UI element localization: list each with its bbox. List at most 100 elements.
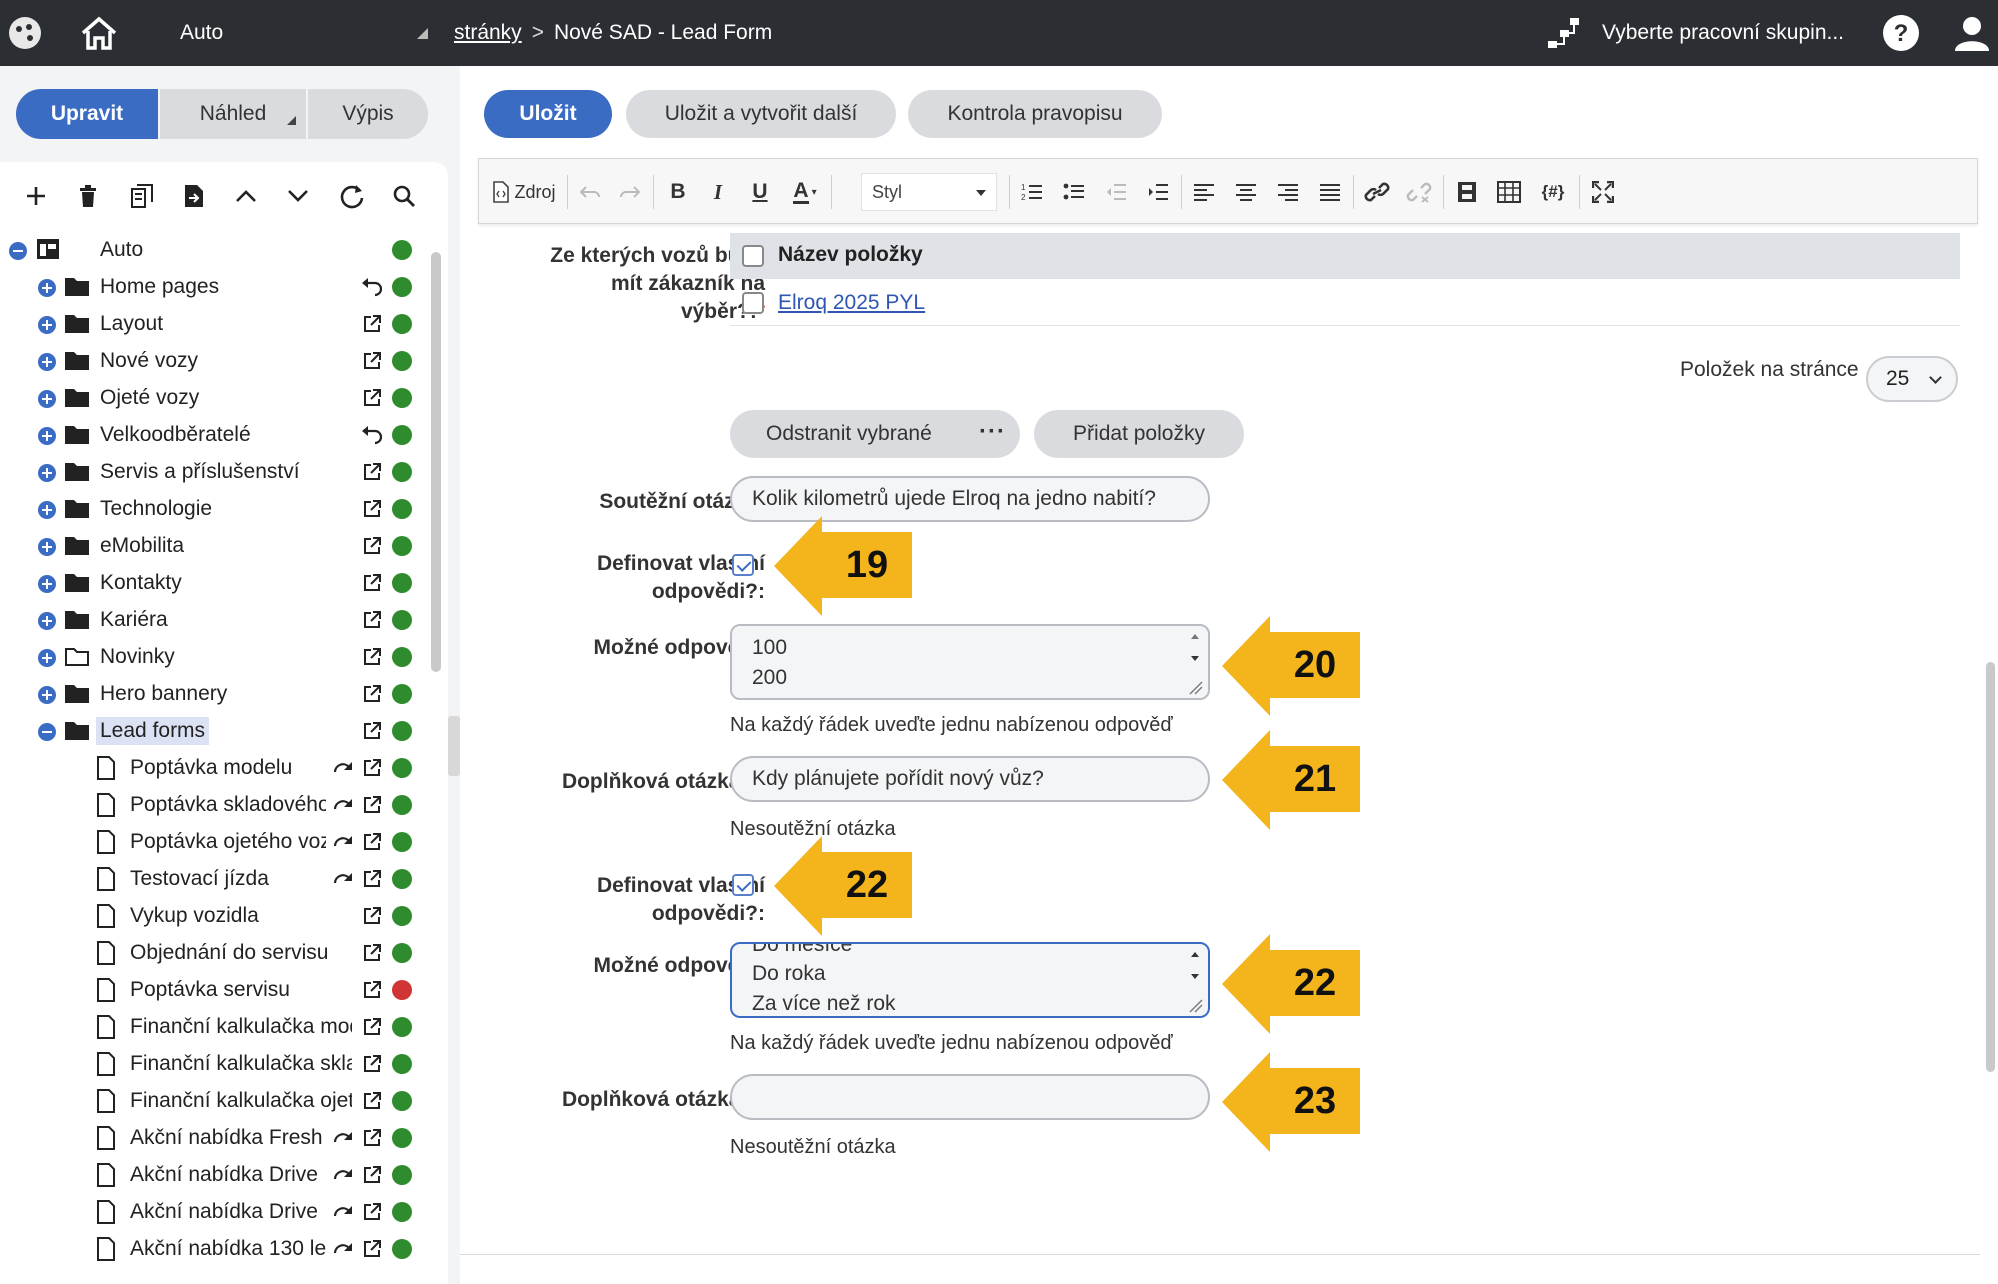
indent-icon[interactable] [1141,178,1175,206]
bold-icon[interactable]: B [661,178,695,206]
expand-icon[interactable] [38,353,56,371]
open-external-icon[interactable] [362,906,384,928]
open-external-icon[interactable] [362,647,384,669]
remove-selected-button[interactable]: Odstranit vybrané ··· [730,410,1020,458]
numbered-list-icon[interactable]: 12 [1015,178,1049,206]
open-external-icon[interactable] [362,869,384,891]
open-external-icon[interactable] [362,610,384,632]
tree-row[interactable]: Auto [0,232,430,269]
workspace-icon[interactable] [1546,0,1586,66]
tree-row[interactable]: Layout [0,306,430,343]
tree-row[interactable]: Finanční kalkulačka ojetého vozu [0,1083,430,1120]
tree-row[interactable]: Velkoodběratelé [0,417,430,454]
tree-row[interactable]: Servis a příslušenství [0,454,430,491]
panel-resize-handle[interactable] [448,716,460,776]
undo-icon[interactable] [573,178,607,206]
open-external-icon[interactable] [362,1239,384,1261]
custom-answers-checkbox[interactable] [732,554,754,576]
expand-icon[interactable] [38,501,56,519]
editor-scrollbar-thumb[interactable] [1986,662,1995,1072]
open-external-icon[interactable] [362,1054,384,1076]
tree-row[interactable]: Testovací jízda [0,861,430,898]
item-link[interactable]: Elroq 2025 PYL [778,291,925,315]
text-color-icon[interactable]: A ▾ [785,178,825,206]
tree-row[interactable]: Poptávka skladového vozu [0,787,430,824]
more-options-icon[interactable]: ··· [979,418,1006,446]
per-page-select[interactable]: 25 [1866,356,1958,402]
move-down-icon[interactable] [280,178,316,214]
workspace-selector[interactable]: Vyberte pracovní skupin... [1602,0,1844,66]
revert-icon[interactable] [360,425,383,447]
outdent-icon[interactable] [1099,178,1133,206]
expand-icon[interactable] [38,649,56,667]
tree-row[interactable]: Objednání do servisu [0,935,430,972]
help-icon[interactable]: ? [1882,0,1922,66]
expand-icon[interactable] [38,279,56,297]
tree-row-selected[interactable]: Lead forms [0,713,430,750]
open-external-icon[interactable] [362,758,384,780]
site-selector[interactable]: Auto [180,0,428,66]
align-left-icon[interactable] [1187,178,1221,206]
tree-row[interactable]: Akční nabídka 130 let [0,1231,430,1268]
tree-row[interactable]: Akční nabídka Drive [0,1157,430,1194]
refresh-icon[interactable] [334,178,370,214]
add-items-button[interactable]: Přidat položky [1034,410,1244,458]
fullscreen-icon[interactable] [1585,178,1621,206]
redo-icon[interactable] [613,178,647,206]
align-justify-icon[interactable] [1313,178,1347,206]
revert-icon[interactable] [360,277,383,299]
expand-icon[interactable] [38,612,56,630]
answers-textarea[interactable]: 100 200 [730,624,1210,700]
open-external-icon[interactable] [362,943,384,965]
tree-row[interactable]: eMobilita [0,528,430,565]
tree-row[interactable]: Novinky [0,639,430,676]
breadcrumb-link-pages[interactable]: stránky [454,21,522,45]
open-external-icon[interactable] [362,721,384,743]
tree-row[interactable]: Finanční kalkulačka skladového vozu [0,1046,430,1083]
copy-icon[interactable] [124,178,160,214]
extra-question-1-input[interactable]: Kdy plánujete pořídit nový vůz? [730,756,1210,802]
expand-icon[interactable] [38,316,56,334]
open-external-icon[interactable] [362,795,384,817]
expand-icon[interactable] [38,390,56,408]
move-up-icon[interactable] [228,178,264,214]
open-external-icon[interactable] [362,1202,384,1224]
open-external-icon[interactable] [362,1091,384,1113]
save-button[interactable]: Uložit [484,90,612,138]
home-icon[interactable] [80,0,122,66]
app-logo-icon[interactable] [8,0,48,66]
template-tags-icon[interactable]: {#} [1533,178,1573,206]
expand-icon[interactable] [38,575,56,593]
bullet-list-icon[interactable] [1057,178,1091,206]
expand-icon[interactable] [38,464,56,482]
collapse-icon[interactable] [38,723,56,741]
media-icon[interactable] [1449,178,1485,206]
save-and-new-button[interactable]: Uložit a vytvořit další [626,90,896,138]
open-external-icon[interactable] [362,832,384,854]
tree-row[interactable]: Technologie [0,491,430,528]
delete-icon[interactable] [70,178,106,214]
search-icon[interactable] [386,178,422,214]
spellcheck-button[interactable]: Kontrola pravopisu [908,90,1162,138]
tree-row[interactable]: Poptávka ojetého vozu [0,824,430,861]
tab-list[interactable]: Výpis [306,89,428,139]
extra-question-2-input[interactable] [730,1074,1210,1120]
tree-row[interactable]: Hero bannery [0,676,430,713]
open-external-icon[interactable] [362,536,384,558]
tree-row[interactable]: Poptávka modelu [0,750,430,787]
align-right-icon[interactable] [1271,178,1305,206]
table-icon[interactable] [1491,178,1527,206]
user-avatar-icon[interactable] [1954,0,1994,66]
tree-row[interactable]: Nové vozy [0,343,430,380]
style-select[interactable]: Styl [861,173,997,211]
tree-row[interactable]: Akční nabídka Drive [0,1194,430,1231]
open-external-icon[interactable] [362,1128,384,1150]
expand-icon[interactable] [38,538,56,556]
tree-row[interactable]: Poptávka servisu [0,972,430,1009]
underline-icon[interactable]: U [743,178,777,206]
tree-scrollbar-thumb[interactable] [431,252,441,672]
tree-row[interactable]: Ojeté vozy [0,380,430,417]
tree-row[interactable]: Kariéra [0,602,430,639]
tree-row[interactable]: Finanční kalkulačka modelu [0,1009,430,1046]
row-checkbox[interactable] [742,292,764,314]
